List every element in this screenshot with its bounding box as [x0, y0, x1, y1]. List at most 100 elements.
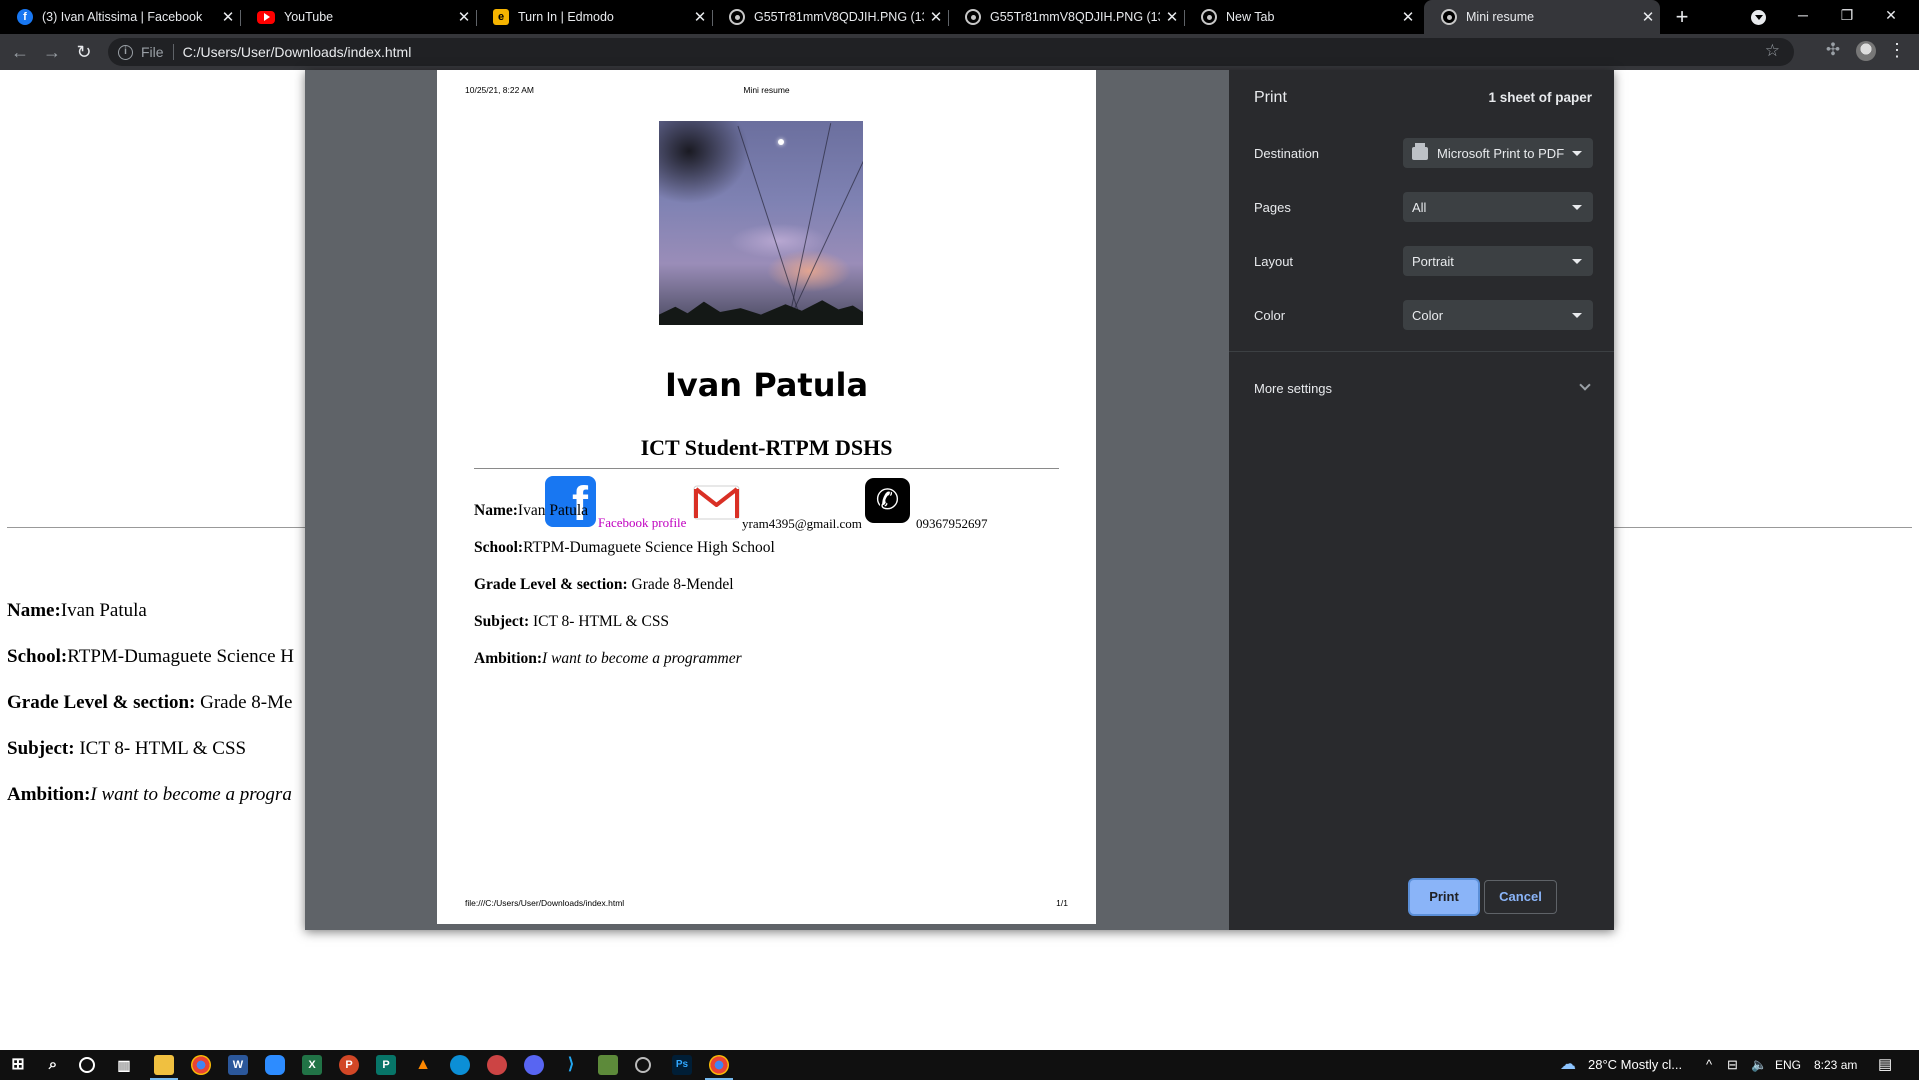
dropdown-caret-icon: [1572, 205, 1582, 210]
chrome-active-icon[interactable]: [705, 1055, 733, 1080]
field-label: Grade Level & section:: [474, 576, 628, 593]
facebook-icon: f: [17, 9, 33, 25]
bookmark-star-icon[interactable]: ☆: [1765, 41, 1780, 61]
steam-icon[interactable]: [635, 1057, 651, 1073]
zoom-icon[interactable]: [265, 1055, 285, 1075]
destination-select[interactable]: Microsoft Print to PDF: [1403, 138, 1593, 168]
windows-start-icon[interactable]: ⊞: [8, 1055, 28, 1075]
tab-image-1[interactable]: G55Tr81mmV8QDJIH.PNG (1366 ✕: [712, 0, 948, 34]
divider: [172, 44, 174, 60]
discord-icon[interactable]: [524, 1055, 544, 1075]
field-value: ICT 8- HTML & CSS: [529, 613, 670, 630]
task-view-icon[interactable]: ▥: [114, 1055, 134, 1075]
cancel-button[interactable]: Cancel: [1484, 880, 1557, 914]
extensions-icon[interactable]: ✣: [1824, 40, 1842, 59]
chevron-down-icon[interactable]: [1579, 379, 1591, 391]
tray-chevron-icon[interactable]: ^: [1706, 1050, 1712, 1080]
vscode-icon[interactable]: ⟩: [561, 1055, 581, 1075]
close-icon[interactable]: ✕: [1396, 8, 1420, 26]
more-settings-toggle[interactable]: More settings: [1254, 381, 1332, 396]
pages-select[interactable]: All: [1403, 192, 1593, 222]
close-icon[interactable]: ✕: [1636, 8, 1660, 26]
chrome-icon[interactable]: [191, 1055, 211, 1075]
close-icon[interactable]: ✕: [216, 8, 240, 26]
language-indicator[interactable]: ENG: [1775, 1050, 1801, 1080]
field-value: I want to become a programmer: [542, 650, 742, 667]
edge-icon[interactable]: [450, 1055, 470, 1075]
forward-arrow-icon[interactable]: →: [40, 40, 64, 64]
clock[interactable]: 8:23 am: [1814, 1050, 1857, 1080]
volume-icon[interactable]: 🔈: [1751, 1050, 1767, 1080]
vlc-icon[interactable]: ▲: [413, 1055, 433, 1075]
new-tab-button[interactable]: +: [1669, 4, 1695, 30]
publisher-icon[interactable]: P: [376, 1055, 396, 1075]
profile-avatar[interactable]: [1856, 41, 1876, 61]
powerpoint-icon[interactable]: P: [339, 1055, 359, 1075]
layout-select[interactable]: Portrait: [1403, 246, 1593, 276]
close-icon[interactable]: ✕: [1160, 8, 1184, 26]
close-icon[interactable]: ✕: [452, 8, 476, 26]
phone-icon: ✆: [865, 478, 910, 523]
tab-label: Mini resume: [1466, 10, 1535, 24]
field-value: Ivan Patula: [60, 600, 147, 621]
file-explorer-icon[interactable]: [150, 1055, 178, 1080]
windows-taskbar: ⊞ ⌕ ▥ W X P P ▲ ⟩ Ps ☁ 28°C Mostly cl...…: [0, 1050, 1919, 1080]
address-bar[interactable]: i File C:/Users/User/Downloads/index.htm…: [108, 38, 1794, 66]
excel-icon[interactable]: X: [302, 1055, 322, 1075]
field-label: Subject:: [474, 613, 530, 630]
tab-label: G55Tr81mmV8QDJIH.PNG (1366: [754, 10, 924, 24]
facebook-profile-link[interactable]: Facebook profile: [598, 515, 686, 531]
gmail-icon: [693, 485, 740, 520]
back-arrow-icon[interactable]: ←: [8, 40, 32, 64]
photoshop-icon[interactable]: Ps: [672, 1055, 692, 1075]
layout-value: Portrait: [1412, 253, 1454, 269]
search-icon[interactable]: ⌕: [43, 1055, 63, 1075]
tab-mini-resume[interactable]: Mini resume ✕: [1424, 0, 1660, 34]
tab-new-tab[interactable]: New Tab ✕: [1184, 0, 1420, 34]
bg-subject-line: Subject: ICT 8- HTML & CSS: [7, 738, 246, 760]
minecraft-icon[interactable]: [598, 1055, 618, 1075]
field-value: I want to become a progra: [90, 784, 292, 805]
tab-edmodo[interactable]: e Turn In | Edmodo ✕: [476, 0, 712, 34]
browser-toolbar: ← → ↻ i File C:/Users/User/Downloads/ind…: [0, 34, 1919, 70]
tab-image-2[interactable]: G55Tr81mmV8QDJIH.PNG (1366 ✕: [948, 0, 1184, 34]
color-select[interactable]: Color: [1403, 300, 1593, 330]
word-icon[interactable]: W: [228, 1055, 248, 1075]
reload-icon[interactable]: ↻: [72, 40, 96, 64]
minimize-button[interactable]: ─: [1781, 0, 1825, 34]
printer-icon: [1412, 142, 1428, 160]
sheet-count: 1 sheet of paper: [1488, 90, 1592, 105]
close-icon[interactable]: ✕: [924, 8, 948, 26]
field-value: Ivan Patula: [517, 502, 589, 519]
weather-text[interactable]: 28°C Mostly cl...: [1588, 1050, 1682, 1080]
app-icon[interactable]: [487, 1055, 507, 1075]
field-label: Ambition:: [474, 650, 543, 667]
color-label: Color: [1254, 308, 1286, 323]
resume-subject-line: Subject: ICT 8- HTML & CSS: [474, 613, 669, 631]
print-preview-pane: 10/25/21, 8:22 AM Mini resume Ivan Patul…: [305, 70, 1229, 930]
window-close-button[interactable]: ✕: [1869, 0, 1913, 34]
globe-icon: [729, 9, 745, 25]
tab-facebook[interactable]: f (3) Ivan Altissima | Facebook ✕: [0, 0, 240, 34]
notifications-icon[interactable]: ▤: [1878, 1050, 1892, 1080]
network-icon[interactable]: ⊟: [1727, 1050, 1738, 1080]
globe-icon: [965, 9, 981, 25]
scheme-label: File: [141, 44, 164, 60]
info-icon[interactable]: i: [118, 44, 133, 60]
menu-dots-icon[interactable]: ⋮: [1888, 38, 1906, 62]
divider: [474, 468, 1059, 469]
url-text[interactable]: C:/Users/User/Downloads/index.html: [183, 44, 412, 60]
field-value: RTPM-Dumaguete Science High School: [523, 539, 775, 556]
tab-strip: f (3) Ivan Altissima | Facebook ✕ YouTub…: [0, 0, 1919, 34]
restore-button[interactable]: ❐: [1825, 0, 1869, 34]
tab-youtube[interactable]: YouTube ✕: [240, 0, 476, 34]
resume-school-line: School:RTPM-Dumaguete Science High Schoo…: [474, 539, 775, 557]
field-label: School:: [474, 539, 524, 556]
youtube-icon: [257, 10, 275, 24]
print-button[interactable]: Print: [1410, 880, 1478, 914]
cortana-icon[interactable]: [79, 1057, 95, 1073]
email-address: yram4395@gmail.com: [742, 516, 862, 531]
close-icon[interactable]: ✕: [688, 8, 712, 26]
preview-sheet: 10/25/21, 8:22 AM Mini resume Ivan Patul…: [437, 70, 1096, 924]
tab-search-icon[interactable]: [1751, 10, 1766, 25]
